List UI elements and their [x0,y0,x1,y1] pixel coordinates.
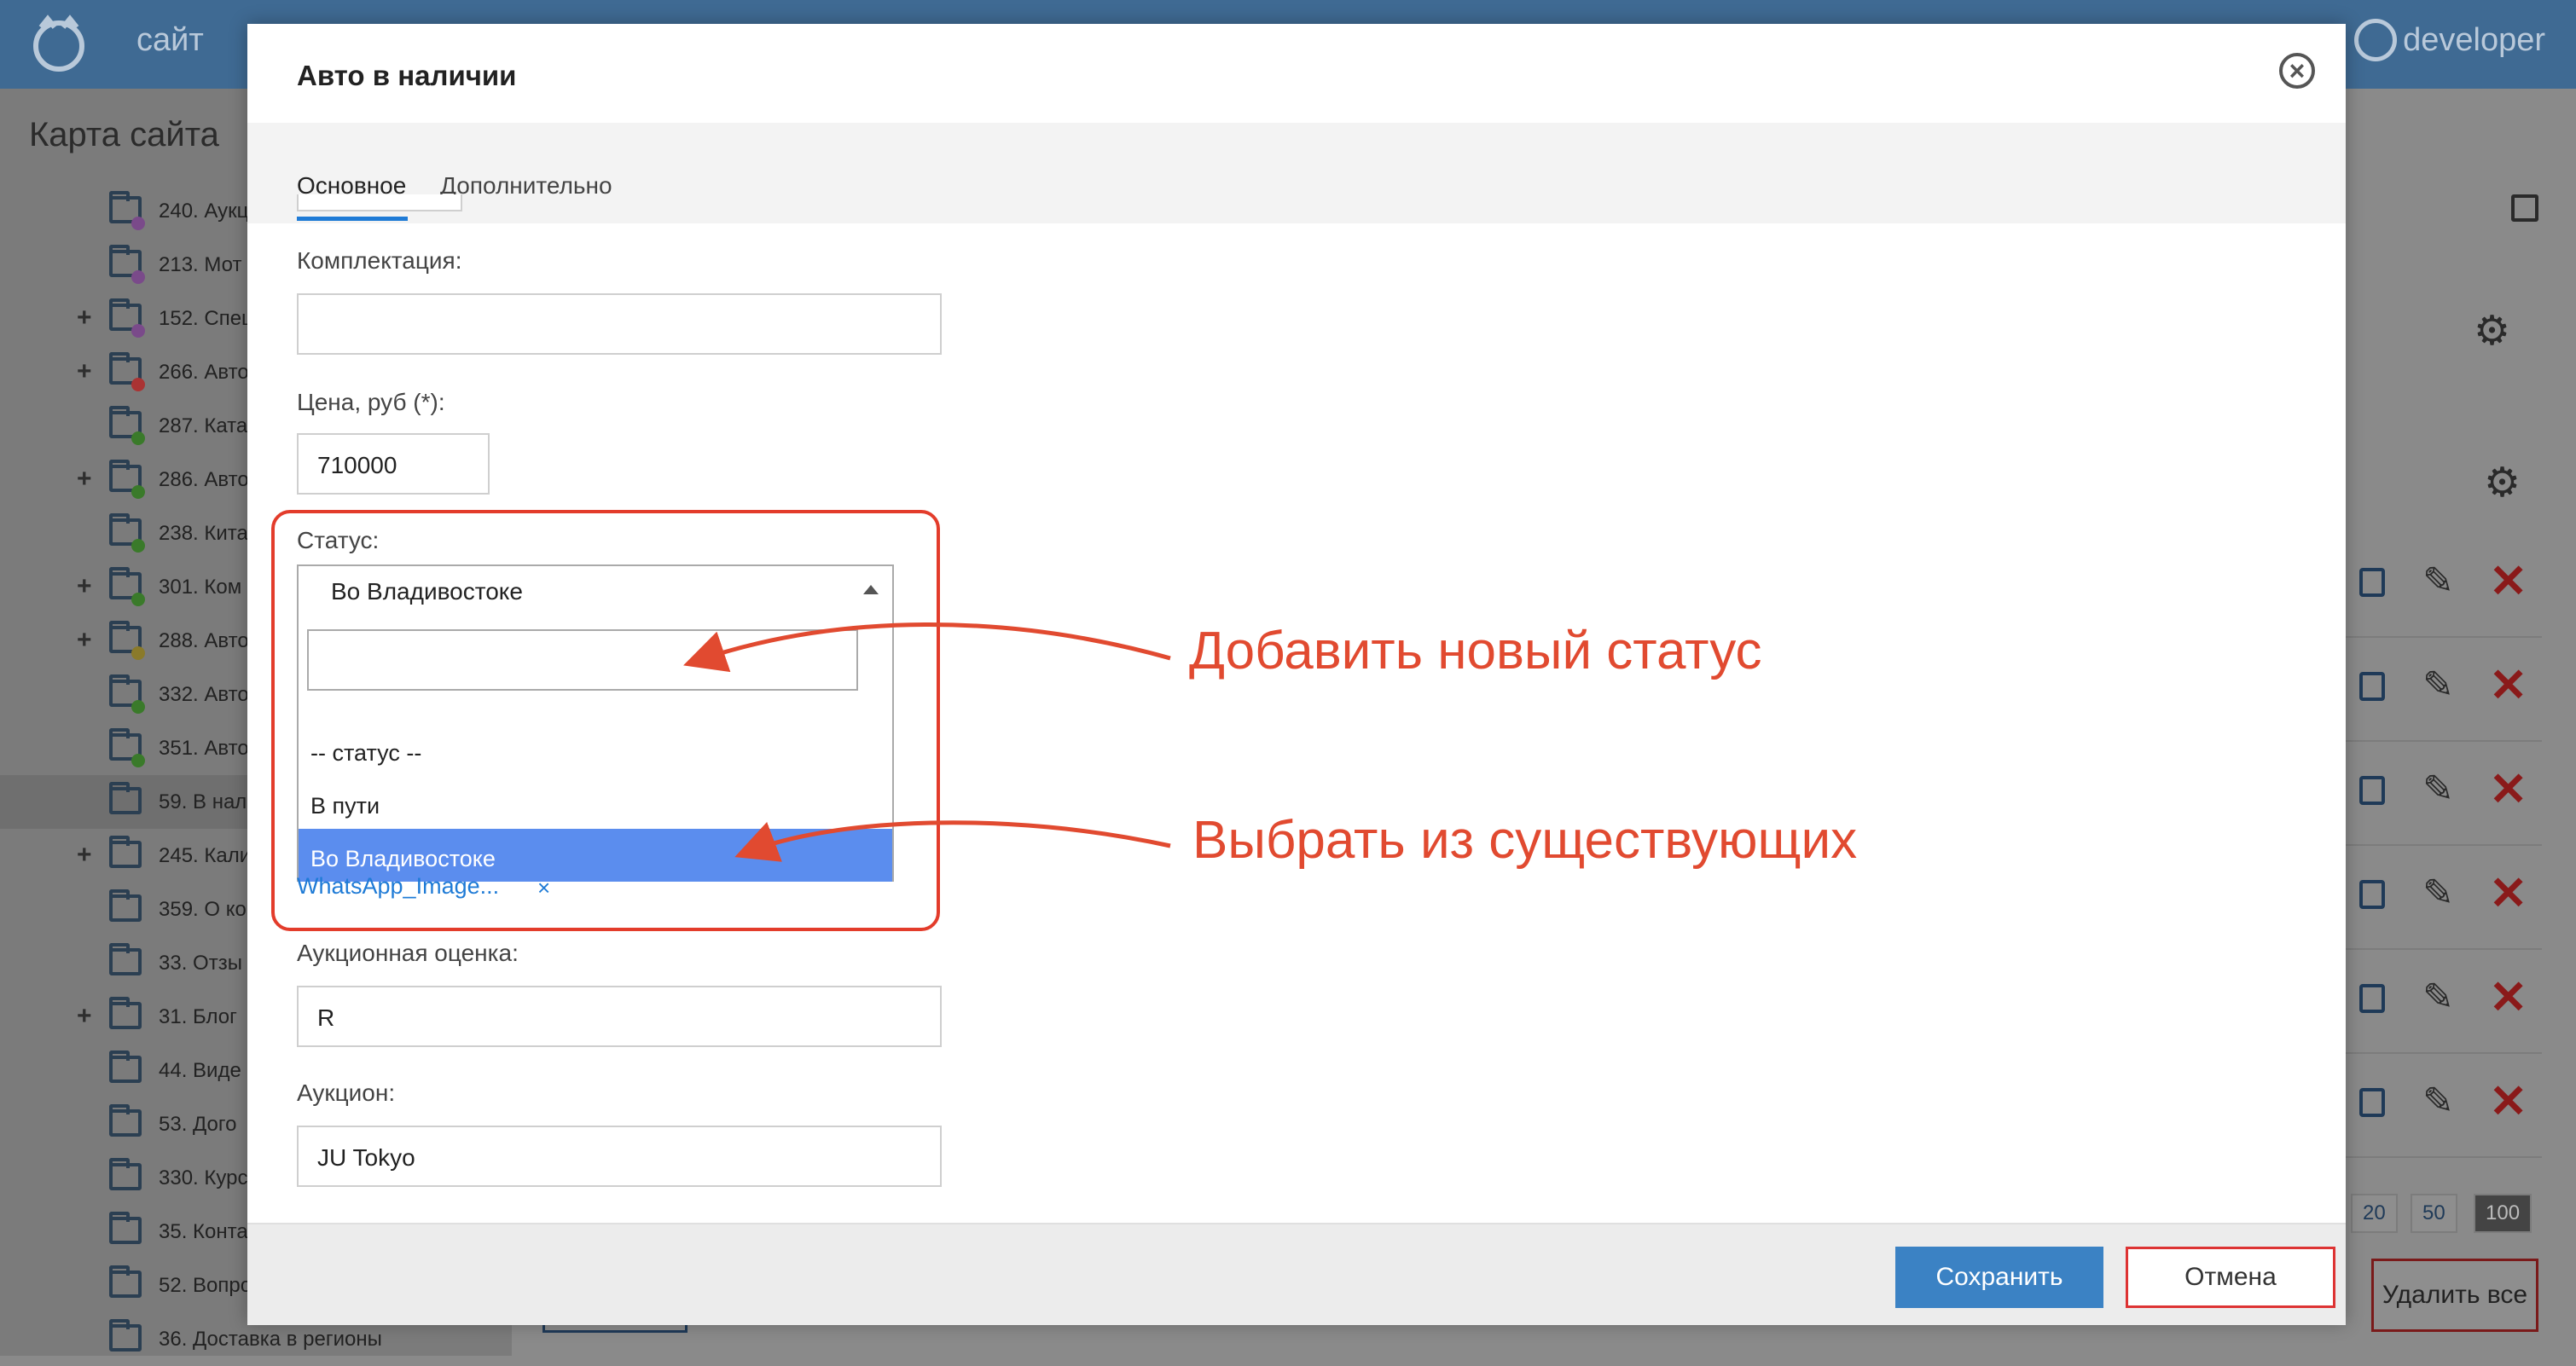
annotation-add-status: Добавить новый статус [1189,622,1762,680]
arrow-to-search [683,622,1171,673]
arrow-to-option [734,820,1171,862]
annotation-choose-existing: Выбрать из существующих [1192,811,1858,870]
